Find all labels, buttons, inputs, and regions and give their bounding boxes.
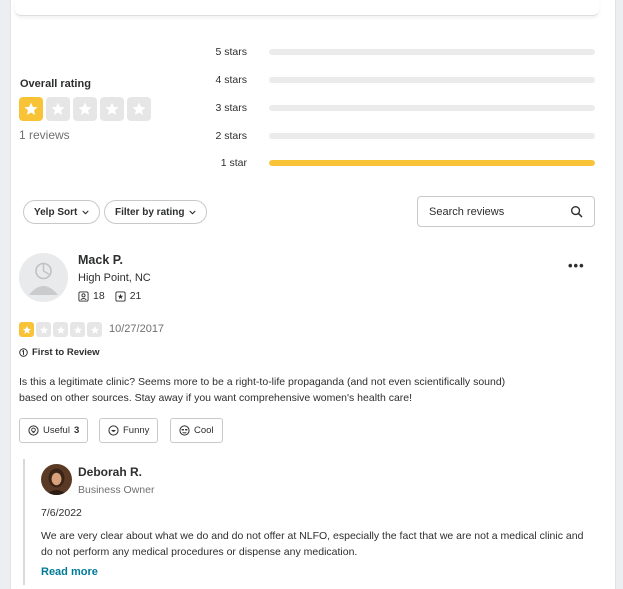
read-more-link[interactable]: Read more (41, 566, 98, 578)
distribution-bar-fill (269, 160, 595, 166)
more-options-icon[interactable]: ••• (568, 258, 585, 273)
useful-button[interactable]: Useful 3 (19, 418, 89, 443)
review-date: 10/27/2017 (109, 323, 165, 335)
useful-count: 3 (73, 425, 80, 436)
overall-rating-label: Overall rating (20, 78, 91, 90)
distribution-label: 1 star (220, 157, 247, 169)
review-text: Is this a legitimate clinic? Seems more … (19, 376, 506, 404)
owner-role: Business Owner (78, 484, 155, 496)
owner-name[interactable]: Deborah R. (78, 465, 142, 479)
first-to-review-badge: First to Review (19, 347, 100, 358)
friends-count: 18 (93, 290, 105, 302)
yelp-sort-label: Yelp Sort (34, 206, 78, 218)
star-icon (127, 97, 151, 121)
star-icon (100, 97, 124, 121)
reviewer-avatar[interactable] (19, 253, 68, 302)
friends-icon (78, 290, 89, 302)
reviews-count: 21 (129, 290, 142, 302)
owner-avatar[interactable] (41, 464, 72, 495)
reviewer-stats: 18 21 (78, 290, 141, 302)
distribution-label: 5 stars (215, 46, 247, 58)
reviews-icon (115, 290, 126, 302)
star-icon (19, 322, 34, 337)
funny-face-icon (108, 425, 119, 436)
distribution-bar (269, 160, 595, 166)
distribution-bar (269, 105, 595, 111)
review-rating-stars (19, 322, 102, 337)
reviews-panel: Overall rating 1 reviews 5 stars 4 stars… (10, 0, 616, 589)
first-to-review-label: First to Review (32, 347, 100, 358)
cool-button[interactable]: Cool (170, 418, 223, 443)
sunglasses-face-icon (179, 425, 190, 436)
overall-reviews-count: 1 reviews (19, 128, 70, 142)
star-icon (70, 322, 85, 337)
star-icon (19, 97, 43, 121)
filter-by-rating-dropdown[interactable]: Filter by rating (104, 200, 208, 224)
rating-distribution-row-3[interactable]: 3 stars (205, 101, 595, 115)
distribution-bar (269, 133, 595, 139)
rating-distribution-row-2[interactable]: 2 stars (205, 129, 595, 143)
chevron-down-icon (82, 209, 89, 216)
overall-rating-stars (19, 97, 151, 121)
star-icon (87, 322, 102, 337)
owner-reply-text: We are very clear about what we do and d… (41, 530, 584, 558)
filter-by-rating-label: Filter by rating (115, 206, 185, 218)
funny-label: Funny (123, 425, 150, 436)
reviewer-name[interactable]: Mack P. (78, 253, 123, 267)
star-icon (36, 322, 51, 337)
lightbulb-icon (28, 425, 39, 436)
previous-section-edge (15, 0, 599, 16)
distribution-label: 3 stars (215, 102, 247, 114)
owner-reply-date: 7/6/2022 (41, 507, 82, 519)
useful-label: Useful (43, 425, 70, 436)
cool-label: Cool (194, 425, 214, 436)
star-icon (73, 97, 97, 121)
rating-distribution-row-1[interactable]: 1 star (205, 156, 595, 170)
star-icon (53, 322, 68, 337)
reply-divider (23, 459, 25, 585)
search-reviews-input[interactable]: Search reviews (417, 196, 595, 227)
chevron-down-icon (189, 209, 196, 216)
first-to-review-icon (19, 348, 28, 357)
distribution-label: 4 stars (215, 74, 247, 86)
reviewer-location: High Point, NC (78, 272, 151, 284)
distribution-label: 2 stars (215, 130, 247, 142)
search-reviews-placeholder: Search reviews (429, 205, 505, 218)
rating-distribution-row-5[interactable]: 5 stars (205, 45, 595, 59)
yelp-sort-dropdown[interactable]: Yelp Sort (23, 200, 101, 224)
funny-button[interactable]: Funny (99, 418, 159, 443)
star-icon (46, 97, 70, 121)
distribution-bar (269, 49, 595, 55)
search-icon[interactable] (570, 205, 583, 218)
rating-distribution-row-4[interactable]: 4 stars (205, 73, 595, 87)
distribution-bar (269, 77, 595, 83)
